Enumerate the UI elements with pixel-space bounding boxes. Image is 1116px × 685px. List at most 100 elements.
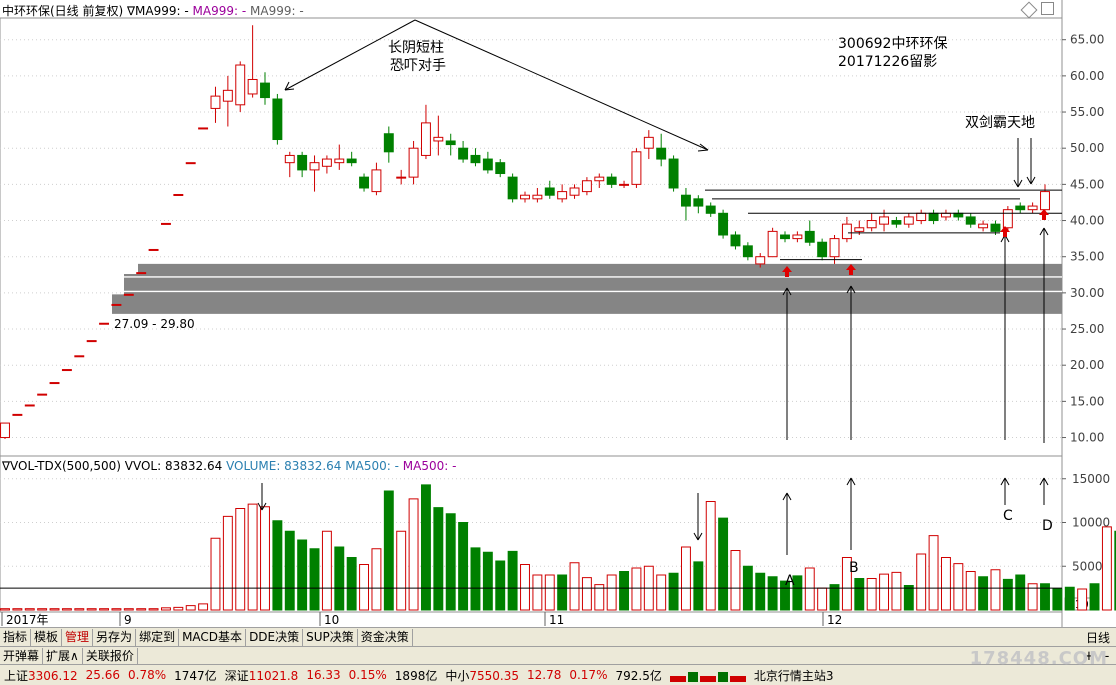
volume-bar-54 bbox=[668, 572, 679, 611]
candle-body-79 bbox=[978, 223, 989, 229]
toolbar-tab-5[interactable]: MACD基本 bbox=[179, 629, 247, 646]
candle-body-83 bbox=[1027, 205, 1038, 211]
toolbar-tab-7[interactable]: SUP决策 bbox=[303, 629, 358, 646]
price-tick-label-7: 30.00 bbox=[1070, 286, 1104, 300]
price-tick-label-1: 60.00 bbox=[1070, 69, 1104, 83]
volume-bar-3 bbox=[37, 608, 48, 611]
price-tick-label-11: 10.00 bbox=[1070, 431, 1104, 445]
site-watermark: 178448.COM bbox=[969, 648, 1108, 669]
candle-body-30 bbox=[371, 169, 382, 193]
volume-bar-38 bbox=[470, 547, 481, 611]
annotation-letter-d: D bbox=[1042, 518, 1053, 534]
annotation-scare: 恐吓对手 bbox=[390, 58, 446, 74]
server-name[interactable]: 北京行情主站3 bbox=[750, 667, 838, 684]
volume-bar-27 bbox=[334, 546, 345, 611]
volume-bar-77 bbox=[953, 563, 964, 611]
volume-bar-29 bbox=[359, 564, 370, 611]
price-tick-label-4: 45.00 bbox=[1070, 177, 1104, 191]
volume-bar-69 bbox=[854, 578, 865, 611]
date-label-3: 11 bbox=[549, 613, 564, 627]
volume-bar-65 bbox=[804, 567, 815, 611]
period-label[interactable]: 日线 bbox=[1080, 629, 1116, 646]
candle-body-61 bbox=[755, 256, 766, 265]
toolbar2-tab-2[interactable]: 关联报价 bbox=[83, 648, 138, 664]
candle-body-4 bbox=[49, 382, 60, 385]
volume-bar-0 bbox=[0, 608, 10, 611]
candle-body-34 bbox=[420, 122, 431, 156]
price-panel-frame bbox=[0, 17, 1063, 457]
candle-body-42 bbox=[520, 194, 530, 200]
candle-body-15 bbox=[185, 162, 196, 165]
sh-value: 3306.12 bbox=[28, 668, 78, 683]
date-label-4: 12 bbox=[827, 613, 842, 627]
volume-bar-18 bbox=[222, 515, 233, 611]
candle-body-71 bbox=[879, 216, 890, 225]
candle-body-75 bbox=[928, 212, 939, 222]
candle-body-53 bbox=[656, 147, 667, 160]
sh-pct: 0.78% bbox=[128, 668, 167, 682]
candle-body-52 bbox=[643, 136, 654, 149]
toolbar-tab-2[interactable]: 管理 bbox=[62, 629, 94, 646]
candle-body-21 bbox=[260, 82, 270, 99]
toolbar2-tab-1[interactable]: 扩展∧ bbox=[43, 648, 83, 664]
toolbar-tab-6[interactable]: DDE决策 bbox=[246, 629, 304, 646]
volume-bar-56 bbox=[693, 561, 704, 611]
maximize-icon[interactable] bbox=[1041, 2, 1054, 15]
vvol-value: VVOL: 83832.64 bbox=[124, 459, 223, 473]
toolbar-tab-8[interactable]: 资金决策 bbox=[358, 629, 413, 646]
volume-bar-22 bbox=[272, 520, 283, 611]
candle-body-56 bbox=[693, 198, 704, 207]
volume-bar-39 bbox=[482, 551, 493, 611]
volume-indicator-name[interactable]: ∇VOL-TDX(500,500) bbox=[2, 459, 121, 473]
candle-body-6 bbox=[74, 355, 85, 358]
sz-amount: 1898亿 bbox=[394, 668, 438, 683]
candle-body-40 bbox=[495, 162, 506, 175]
toolbar-tab-4[interactable]: 绑定到 bbox=[136, 629, 180, 646]
candle-body-19 bbox=[235, 64, 246, 106]
volume-bar-32 bbox=[396, 530, 407, 611]
candle-body-8 bbox=[99, 322, 110, 325]
volume-bar-57 bbox=[705, 501, 716, 611]
candle-body-33 bbox=[408, 147, 419, 178]
red-marker-d bbox=[1039, 209, 1049, 220]
toolbar-tab-1[interactable]: 模板 bbox=[31, 629, 63, 646]
candle-body-74 bbox=[916, 212, 927, 222]
ma-item-1: MA999: - bbox=[135, 4, 189, 18]
chart-header: 中环环保(日线 前复权) ∇MA999: - MA999: - MA999: - bbox=[2, 2, 304, 19]
volume-bar-26 bbox=[321, 530, 332, 611]
zx-pct: 0.17% bbox=[569, 668, 608, 682]
candle-body-39 bbox=[482, 158, 493, 171]
volume-bar-72 bbox=[891, 571, 902, 611]
candle-body-27 bbox=[334, 158, 345, 164]
toolbar-tab-3[interactable]: 另存为 bbox=[93, 629, 137, 646]
volume-bar-17 bbox=[210, 537, 221, 611]
market-breadth-icon bbox=[666, 668, 750, 682]
candle-body-3 bbox=[37, 393, 48, 396]
sh-change: 25.66 bbox=[85, 668, 120, 682]
volume-bar-50 bbox=[619, 571, 630, 611]
toolbar-tab-0[interactable]: 指标 bbox=[0, 629, 32, 646]
candle-body-47 bbox=[581, 180, 592, 193]
toolbar2-tab-0[interactable]: 开弹幕 bbox=[0, 648, 44, 664]
volume-bar-24 bbox=[297, 539, 308, 611]
volume-bar-44 bbox=[544, 574, 555, 611]
candle-body-18 bbox=[222, 89, 233, 102]
volume-bar-23 bbox=[284, 530, 295, 611]
price-tick-label-3: 50.00 bbox=[1070, 141, 1104, 155]
volume-bar-15 bbox=[185, 605, 196, 611]
candle-body-28 bbox=[346, 158, 357, 164]
diamond-icon[interactable] bbox=[1020, 1, 1038, 19]
candle-body-84 bbox=[1040, 191, 1050, 211]
volume-bar-80 bbox=[990, 569, 1001, 611]
candle-body-72 bbox=[891, 220, 902, 225]
candle-body-16 bbox=[198, 127, 209, 130]
price-tick-label-6: 35.00 bbox=[1070, 250, 1104, 264]
candle-body-29 bbox=[359, 176, 370, 189]
annotation-long-yin: 长阴短柱 bbox=[388, 40, 444, 56]
candle-body-59 bbox=[730, 234, 741, 247]
volume-bar-46 bbox=[569, 562, 580, 611]
volume-bar-12 bbox=[148, 608, 159, 611]
chart-canvas[interactable]: 65.00 60.00 55.00 50.00 45.00 40.00 35.00 30.00… bbox=[0, 0, 1116, 684]
candle-body-81 bbox=[1002, 209, 1013, 229]
date-label-1: 9 bbox=[124, 613, 132, 627]
